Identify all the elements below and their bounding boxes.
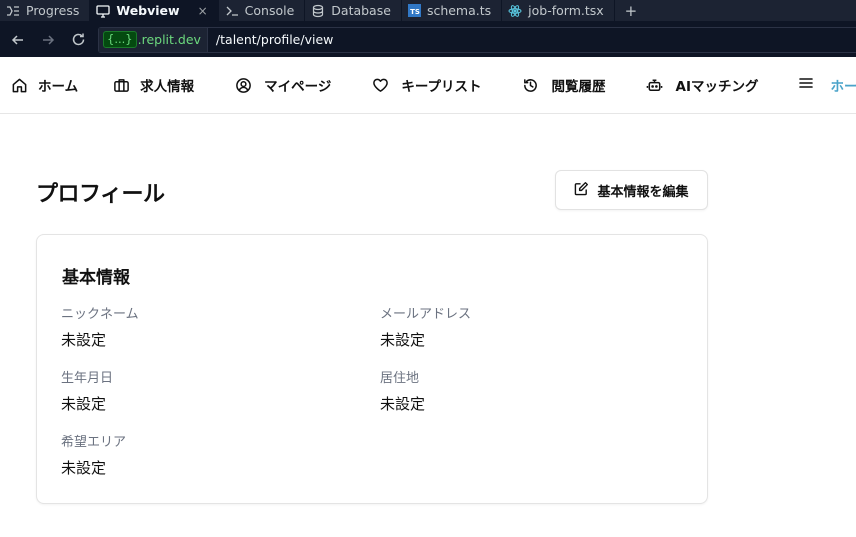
field-birthdate: 生年月日 未設定 (61, 367, 113, 414)
tab-label: job-form.tsx (528, 3, 604, 18)
nav-item-jobs[interactable]: 求人情報 (112, 75, 194, 95)
nav-item-home-active[interactable]: ホーム (831, 75, 856, 95)
webview-url-bar: {...} .replit.dev /talent/profile/view (0, 22, 856, 57)
url-input[interactable]: {...} .replit.dev /talent/profile/view (98, 26, 856, 53)
tab-label: Webview (116, 3, 180, 18)
reload-button[interactable] (66, 28, 90, 52)
tab-console[interactable]: Console (219, 0, 306, 21)
domain-segment: {...} .replit.dev (99, 27, 208, 52)
tab-progress[interactable]: Progress (0, 0, 91, 21)
hamburger-menu-icon (797, 74, 815, 96)
tab-label: Database (331, 3, 391, 18)
field-value: 未設定 (380, 395, 426, 413)
basic-info-card: 基本情報 ニックネーム 未設定 メールアドレス 未設定 生年月日 未設定 居住地… (36, 234, 708, 504)
nav-label: キープリスト (401, 79, 482, 95)
field-label: 生年月日 (61, 371, 114, 386)
field-email: メールアドレス 未設定 (380, 303, 471, 350)
nav-item-history[interactable]: 閲覧履歴 (522, 75, 606, 95)
url-path[interactable]: /talent/profile/view (208, 32, 333, 47)
nav-item-keeplist[interactable]: キープリスト (371, 75, 482, 95)
field-nickname: ニックネーム 未設定 (61, 303, 139, 350)
ide-tab-bar: Progress Webview × Console Database TS s… (0, 0, 856, 22)
tab-label: Progress (26, 3, 80, 18)
card-title: 基本情報 (62, 268, 130, 288)
arrow-left-icon (11, 34, 23, 45)
edit-basic-info-button[interactable]: 基本情報を編集 (555, 170, 708, 210)
progress-icon (6, 4, 20, 18)
react-file-icon (508, 4, 522, 18)
add-tab-button[interactable]: + (615, 0, 648, 21)
field-label: 希望エリア (61, 435, 127, 450)
tab-schema-ts[interactable]: TS schema.ts (402, 0, 503, 21)
menu-button[interactable] (797, 74, 815, 96)
nav-label: 求人情報 (140, 79, 195, 95)
nav-label: ホーム (38, 79, 79, 95)
tab-job-form-tsx[interactable]: job-form.tsx (502, 0, 615, 21)
tab-label: schema.ts (426, 3, 492, 18)
domain-placeholder-pill: {...} (103, 31, 137, 48)
home-icon (10, 76, 28, 94)
field-label: メールアドレス (380, 307, 472, 322)
domain-suffix: .replit.dev (137, 32, 201, 47)
database-icon (311, 4, 325, 18)
field-value: 未設定 (61, 459, 107, 477)
nav-item-home[interactable]: ホーム (10, 75, 78, 95)
field-preferred-area: 希望エリア 未設定 (61, 431, 126, 478)
nav-item-mypage[interactable]: マイページ (234, 75, 331, 95)
user-circle-icon (234, 76, 252, 94)
tab-webview[interactable]: Webview × (90, 0, 219, 21)
nav-label: マイページ (264, 79, 332, 95)
field-value: 未設定 (380, 331, 426, 349)
nav-label: 閲覧履歴 (551, 79, 606, 95)
terminal-icon (225, 4, 239, 18)
typescript-file-icon: TS (407, 4, 421, 17)
field-value: 未設定 (61, 331, 107, 349)
heart-icon (371, 76, 389, 94)
field-label: ニックネーム (61, 307, 139, 322)
history-icon (522, 76, 540, 94)
edit-icon (574, 181, 589, 199)
field-value: 未設定 (61, 395, 107, 413)
field-residence: 居住地 未設定 (380, 367, 425, 414)
edit-button-label: 基本情報を編集 (597, 183, 689, 199)
back-button[interactable] (6, 28, 30, 52)
nav-item-ai-matching[interactable]: AIマッチング (646, 75, 759, 95)
robot-icon (646, 76, 664, 94)
close-icon[interactable]: × (198, 4, 208, 18)
briefcase-icon (112, 76, 130, 94)
tab-database[interactable]: Database (305, 0, 402, 21)
forward-button[interactable] (36, 28, 60, 52)
monitor-icon (96, 4, 111, 18)
nav-label: AIマッチング (675, 79, 759, 95)
tab-label: Console (244, 3, 295, 18)
field-label: 居住地 (380, 371, 420, 386)
reload-icon (72, 33, 84, 46)
page-title: プロフィール (36, 182, 165, 207)
app-navigation: ホーム 求人情報 マイページ キープリスト 閲覧履歴 AIマッチング ホー (0, 57, 856, 114)
arrow-right-icon (43, 34, 55, 45)
